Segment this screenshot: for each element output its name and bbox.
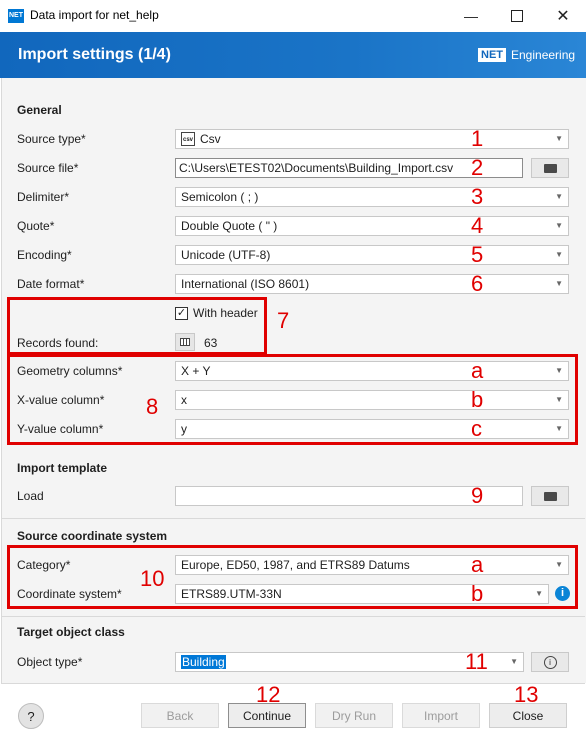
chevron-down-icon: ▼	[555, 221, 563, 230]
close-icon: ✕	[556, 8, 570, 25]
annotation-b1: b	[471, 387, 484, 412]
annotation-4: 4	[471, 213, 484, 238]
annotation-3: 3	[471, 184, 484, 209]
chevron-down-icon: ▼	[555, 250, 563, 259]
minimize-button[interactable]: —	[448, 0, 494, 32]
divider	[1, 518, 585, 519]
back-button[interactable]: Back	[141, 703, 219, 728]
page-title: Import settings (1/4)	[18, 46, 171, 63]
annotation-box-8	[7, 354, 578, 445]
folder-open-icon	[543, 163, 557, 173]
app-icon: NET	[8, 9, 24, 23]
encoding-select[interactable]: Unicode (UTF-8) ▼	[175, 245, 569, 265]
browse-source-file-button[interactable]	[531, 158, 569, 178]
annotation-10: 10	[140, 566, 165, 591]
annotation-2: 2	[471, 155, 484, 180]
annotation-7: 7	[277, 308, 290, 333]
annotation-1: 1	[471, 126, 484, 151]
csv-file-icon: csv	[181, 132, 195, 146]
section-target-object-class: Target object class	[17, 625, 125, 639]
annotation-6: 6	[471, 271, 484, 296]
section-import-template: Import template	[17, 461, 108, 475]
source-type-select[interactable]: csv Csv ▼	[175, 129, 569, 149]
annotation-b2: b	[471, 581, 484, 606]
load-label: Load	[17, 489, 44, 503]
delimiter-select[interactable]: Semicolon ( ; ) ▼	[175, 187, 569, 207]
source-type-label: Source type*	[17, 132, 86, 146]
annotation-9: 9	[471, 483, 484, 508]
maximize-icon	[511, 10, 523, 22]
date-format-select[interactable]: International (ISO 8601) ▼	[175, 274, 569, 294]
source-file-label: Source file*	[17, 161, 79, 175]
chevron-down-icon: ▼	[510, 657, 518, 666]
section-source-crs: Source coordinate system	[17, 529, 168, 543]
maximize-button[interactable]	[494, 0, 540, 32]
quote-value: Double Quote ( " )	[181, 219, 278, 233]
date-format-value: International (ISO 8601)	[181, 277, 310, 291]
window-title: Data import for net_help	[30, 8, 159, 22]
annotation-box-10	[7, 545, 578, 609]
chevron-down-icon: ▼	[555, 192, 563, 201]
object-type-value: Building	[181, 655, 226, 669]
encoding-label: Encoding*	[17, 248, 72, 262]
delimiter-label: Delimiter*	[17, 190, 70, 204]
folder-open-icon	[543, 491, 557, 501]
object-type-info-button[interactable]: i	[531, 652, 569, 672]
annotation-12: 12	[256, 682, 281, 707]
close-window-button[interactable]: ✕	[540, 0, 586, 32]
quote-select[interactable]: Double Quote ( " ) ▼	[175, 216, 569, 236]
info-outline-icon: i	[543, 655, 557, 669]
annotation-13: 13	[514, 682, 539, 707]
help-button[interactable]: ?	[18, 703, 44, 729]
annotation-8: 8	[146, 394, 159, 419]
annotation-5: 5	[471, 242, 484, 267]
object-type-label: Object type*	[17, 655, 83, 669]
date-format-label: Date format*	[17, 277, 85, 291]
dry-run-button[interactable]: Dry Run	[315, 703, 393, 728]
delimiter-value: Semicolon ( ; )	[181, 190, 259, 204]
divider	[1, 616, 585, 617]
brand-logo: NET Engineering	[478, 41, 575, 69]
source-type-value: Csv	[200, 132, 221, 146]
encoding-value: Unicode (UTF-8)	[181, 248, 271, 262]
chevron-down-icon: ▼	[555, 134, 563, 143]
brand-text: Engineering	[511, 48, 576, 62]
chevron-down-icon: ▼	[555, 279, 563, 288]
browse-template-button[interactable]	[531, 486, 569, 506]
minimize-icon: —	[464, 8, 478, 24]
help-icon: ?	[27, 708, 35, 724]
annotation-a1: a	[471, 358, 484, 383]
annotation-a2: a	[471, 552, 484, 577]
annotation-c1: c	[471, 416, 482, 441]
annotation-11: 11	[465, 649, 488, 674]
quote-label: Quote*	[17, 219, 55, 233]
import-button[interactable]: Import	[402, 703, 480, 728]
section-general: General	[17, 103, 62, 117]
annotation-box-7	[7, 297, 267, 355]
footer-divider	[1, 683, 585, 684]
brand-net: NET	[478, 48, 506, 62]
